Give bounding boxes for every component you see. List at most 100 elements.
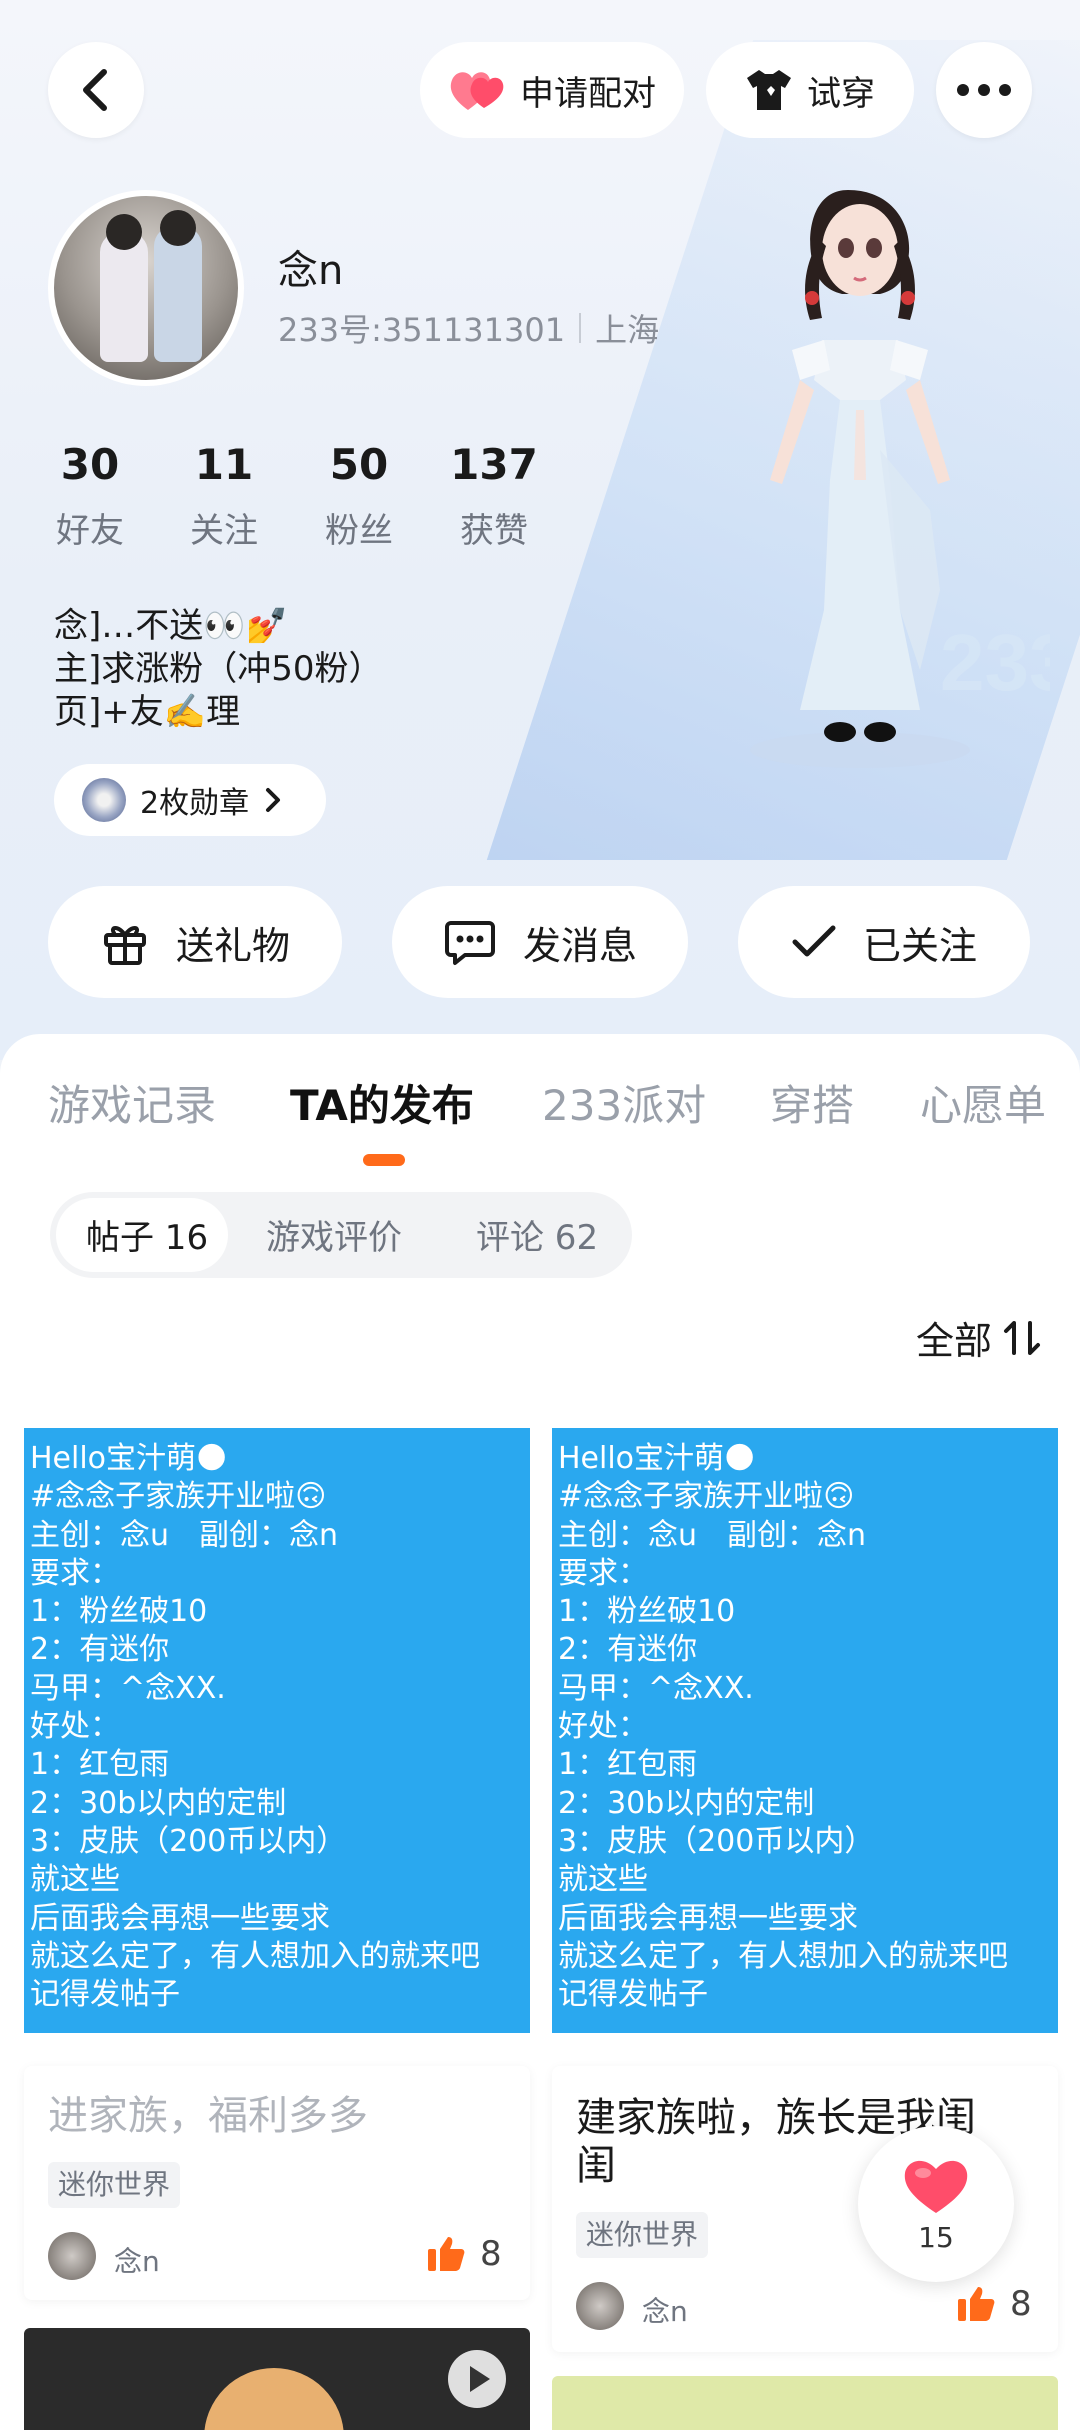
tab-party[interactable]: 233派对 <box>542 1072 706 1133</box>
post-author-avatar <box>48 2232 96 2280</box>
floating-like-button[interactable]: 15 <box>858 2126 1014 2282</box>
post-tag[interactable]: 迷你世界 <box>576 2212 709 2258</box>
post-image-line: #念念子家族开业啦🙃 <box>30 1479 327 1515</box>
post-tag[interactable]: 迷你世界 <box>48 2162 181 2208</box>
sort-label: 全部 <box>915 1319 992 1363</box>
medal-icon <box>82 778 126 822</box>
post-title: 进家族，福利多多 <box>48 2093 368 2139</box>
stat-friends-label: 好友 <box>56 511 124 551</box>
post-image-line: 2：30b以内的定制 <box>30 1785 287 1821</box>
post-image-line: 后面我会再想一些要求 <box>558 1900 858 1936</box>
post-image-line: 要求： <box>558 1555 648 1591</box>
stat-following[interactable]: 11 关注 <box>164 440 284 552</box>
subtab-posts[interactable]: 帖子 16 <box>86 1210 208 1259</box>
post-image[interactable]: Hello宝汁萌🌑 #念念子家族开业啦🙃 主创：念u 副创：念n 要求： 1：粉丝破10… <box>552 1428 1058 2033</box>
apply-pair-label: 申请配对 <box>520 73 656 114</box>
back-arrow-icon <box>83 69 107 111</box>
post-image-line: Hello宝汁萌🌑 <box>558 1441 756 1476</box>
post-image[interactable] <box>552 2376 1058 2430</box>
post-image-line: Hello宝汁萌🌑 <box>30 1441 228 1476</box>
followed-label: 已关注 <box>862 923 977 968</box>
post-image-line: 主创：念u 副创：念n <box>558 1517 867 1553</box>
try-on-button[interactable]: 试穿 <box>706 42 914 138</box>
post-image-line: 就这么定了，有人想加入的就来吧 <box>558 1938 1008 1974</box>
medals-label: 2枚勋章 <box>140 786 250 821</box>
sort-button[interactable]: 全部 <box>916 1310 1042 1365</box>
thumbs-up-icon <box>958 2287 995 2321</box>
stat-likes-label: 获赞 <box>460 511 528 551</box>
double-heart-icon <box>450 72 504 110</box>
profile-hero: 申请配对 试穿 念n 233号:351131301 上海 30 好友 11 关注… <box>0 0 1080 1060</box>
bio-line: 念]…不送👀💅 <box>54 606 288 646</box>
tab-game-records[interactable]: 游戏记录 <box>48 1072 216 1133</box>
back-button[interactable] <box>48 42 144 138</box>
post-image-line: 后面我会再想一些要求 <box>30 1900 330 1936</box>
stat-friends-num: 30 <box>60 440 120 489</box>
followed-button[interactable]: 已关注 <box>738 886 1030 998</box>
user-avatar[interactable] <box>48 190 244 386</box>
try-on-label: 试穿 <box>807 73 875 114</box>
post-like-button[interactable]: 8 <box>426 2234 502 2274</box>
tab-wishlist[interactable]: 心愿单 <box>920 1072 1046 1133</box>
post-image-text: Hello宝汁萌🌑 #念念子家族开业啦🙃 主创：念u 副创：念n 要求： 1：粉丝破10… <box>558 1440 1008 2014</box>
post-image-line: 记得发帖子 <box>30 1977 180 2013</box>
stat-likes[interactable]: 137 获赞 <box>434 440 554 552</box>
medals-button[interactable]: 2枚勋章 <box>54 764 326 836</box>
post-like-button[interactable]: 8 <box>956 2284 1032 2324</box>
user-id-line: 233号:351131301 上海 <box>278 305 659 351</box>
post-image-line: 就这么定了，有人想加入的就来吧 <box>30 1938 480 1974</box>
chat-bubble-icon <box>444 921 495 965</box>
more-dots-icon <box>957 84 1011 96</box>
post-image[interactable] <box>24 2328 530 2430</box>
post-image-line: 就这些 <box>30 1862 120 1898</box>
video-play-button[interactable] <box>448 2350 506 2408</box>
post-like-count: 8 <box>480 2234 502 2274</box>
send-message-label: 发消息 <box>522 923 637 968</box>
play-icon <box>470 2366 490 2392</box>
post-image-line: 主创：念u 副创：念n <box>30 1517 339 1553</box>
post-author-name: 念n <box>642 2295 688 2328</box>
post-image-line: 2：30b以内的定制 <box>558 1785 815 1821</box>
more-button[interactable] <box>936 42 1032 138</box>
send-message-button[interactable]: 发消息 <box>392 886 688 998</box>
post-author-avatar <box>576 2282 624 2330</box>
heart-icon <box>904 2160 968 2213</box>
tab-outfits[interactable]: 穿搭 <box>770 1072 854 1133</box>
post-image[interactable]: Hello宝汁萌🌑 #念念子家族开业啦🙃 主创：念u 副创：念n 要求： 1：粉丝破10… <box>24 1428 530 2033</box>
post-image-line: 1：粉丝破10 <box>30 1594 208 1630</box>
post-image-text: Hello宝汁萌🌑 #念念子家族开业啦🙃 主创：念u 副创：念n 要求： 1：粉丝破10… <box>30 1440 480 2014</box>
post-image-line: 3：皮肤（200币以内） <box>558 1823 875 1859</box>
svg-text:233: 233 <box>940 618 1050 707</box>
tab-posts[interactable]: TA的发布 <box>290 1072 474 1133</box>
stat-fans-num: 50 <box>329 440 389 489</box>
post-image-line: 1：红包雨 <box>30 1747 170 1783</box>
post-image-line: 好处： <box>30 1709 120 1745</box>
post-image-line: 记得发帖子 <box>558 1977 708 2013</box>
post-image-line: 马甲：^念XX. <box>30 1670 226 1706</box>
apply-pair-button[interactable]: 申请配对 <box>420 42 684 138</box>
post-image-line: 马甲：^念XX. <box>558 1670 754 1706</box>
post-image-line: 就这些 <box>558 1862 648 1898</box>
bio-line: 主]求涨粉（冲50粉） <box>54 649 383 689</box>
user-bio: 念]…不送👀💅 主]求涨粉（冲50粉） 页]+友✍️理 <box>54 605 383 734</box>
post-image-line: 2：有迷你 <box>30 1632 170 1668</box>
post-image-line: 1：红包雨 <box>558 1747 698 1783</box>
user-location: 上海 <box>595 311 660 349</box>
post-image-line: 3：皮肤（200币以内） <box>30 1823 347 1859</box>
post-image-line: 好处： <box>558 1709 648 1745</box>
post-author-name: 念n <box>114 2245 160 2278</box>
user-name: 念n <box>278 248 344 294</box>
stat-following-label: 关注 <box>190 511 258 551</box>
send-gift-label: 送礼物 <box>175 923 290 968</box>
check-icon <box>792 925 836 957</box>
post-image-face <box>204 2368 344 2430</box>
post-image-line: 2：有迷你 <box>558 1632 698 1668</box>
stat-likes-num: 137 <box>450 440 538 489</box>
subtab-comments[interactable]: 评论 62 <box>476 1210 598 1259</box>
subtab-game-reviews[interactable]: 游戏评价 <box>266 1210 402 1259</box>
bio-line: 页]+友✍️理 <box>54 692 241 732</box>
stat-fans[interactable]: 50 粉丝 <box>299 440 419 552</box>
send-gift-button[interactable]: 送礼物 <box>48 886 342 998</box>
stat-friends[interactable]: 30 好友 <box>30 440 150 552</box>
id-separator <box>579 313 582 343</box>
